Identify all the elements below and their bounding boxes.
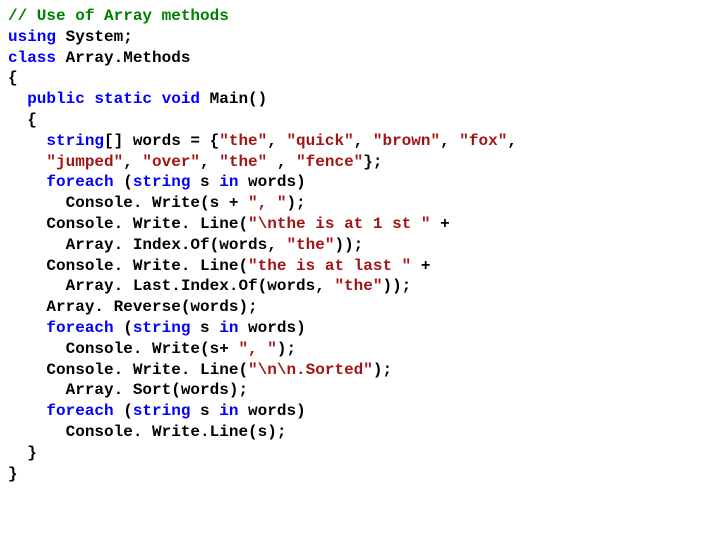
str: "\nthe is at 1 st " <box>248 215 430 233</box>
txt: Console. Write. Line( <box>8 215 248 233</box>
sp <box>8 153 46 171</box>
txt: Console. Write. Line( <box>8 361 248 379</box>
txt: , <box>123 153 142 171</box>
kw-string: string <box>133 402 191 420</box>
kw-in: in <box>219 319 238 337</box>
str: "\n\n.Sorted" <box>248 361 373 379</box>
txt: s <box>190 319 219 337</box>
str: "brown" <box>373 132 440 150</box>
class-name: Array.Methods <box>56 49 190 67</box>
txt: }; <box>363 153 382 171</box>
kw-foreach: foreach <box>46 319 113 337</box>
txt: words) <box>238 319 305 337</box>
txt: [] words = { <box>104 132 219 150</box>
txt: ( <box>114 319 133 337</box>
txt: )); <box>382 277 411 295</box>
kw-foreach: foreach <box>46 173 113 191</box>
code-block: // Use of Array methods using System; cl… <box>0 0 720 490</box>
str: "over" <box>142 153 200 171</box>
kw-in: in <box>219 173 238 191</box>
txt: , <box>507 132 517 150</box>
txt: Array. Last.Index.Of(words, <box>8 277 334 295</box>
method-sig: Main() <box>200 90 267 108</box>
brace: { <box>8 69 18 87</box>
sp <box>8 173 46 191</box>
str: "the is at last " <box>248 257 411 275</box>
brace: } <box>8 444 37 462</box>
kw-string: string <box>46 132 104 150</box>
txt: + <box>430 215 449 233</box>
txt: Console. Write. Line( <box>8 257 248 275</box>
kw-foreach: foreach <box>46 402 113 420</box>
txt: Array. Sort(words); <box>8 381 248 399</box>
txt: + <box>411 257 430 275</box>
txt: , <box>267 153 296 171</box>
str: "the" <box>219 153 267 171</box>
txt: s <box>190 173 219 191</box>
txt: , <box>354 132 373 150</box>
txt: s <box>190 402 219 420</box>
txt: ); <box>286 194 305 212</box>
txt: Console. Write(s+ <box>8 340 238 358</box>
str: ", " <box>238 340 276 358</box>
txt: System; <box>56 28 133 46</box>
str: "fence" <box>296 153 363 171</box>
sp <box>8 319 46 337</box>
txt: Console. Write(s + <box>8 194 248 212</box>
txt: Array. Index.Of(words, <box>8 236 286 254</box>
txt: ( <box>114 402 133 420</box>
kw-class: class <box>8 49 56 67</box>
str: "fox" <box>459 132 507 150</box>
txt: words) <box>238 173 305 191</box>
txt: , <box>200 153 219 171</box>
txt: Array. Reverse(words); <box>8 298 258 316</box>
sp <box>8 402 46 420</box>
sp <box>8 132 46 150</box>
txt: , <box>267 132 286 150</box>
txt: Console. Write.Line(s); <box>8 423 286 441</box>
txt: words) <box>238 402 305 420</box>
sp <box>8 90 27 108</box>
kw-in: in <box>219 402 238 420</box>
str: "jumped" <box>46 153 123 171</box>
brace: { <box>8 111 37 129</box>
txt: ( <box>114 173 133 191</box>
str: "the" <box>219 132 267 150</box>
kw-modifiers: public static void <box>27 90 200 108</box>
kw-string: string <box>133 319 191 337</box>
kw-using: using <box>8 28 56 46</box>
str: "the" <box>334 277 382 295</box>
txt: ); <box>373 361 392 379</box>
txt: ); <box>277 340 296 358</box>
brace: } <box>8 465 18 483</box>
str: ", " <box>248 194 286 212</box>
comment-line: // Use of Array methods <box>8 7 229 25</box>
str: "quick" <box>286 132 353 150</box>
str: "the" <box>286 236 334 254</box>
txt: , <box>440 132 459 150</box>
txt: )); <box>334 236 363 254</box>
kw-string: string <box>133 173 191 191</box>
